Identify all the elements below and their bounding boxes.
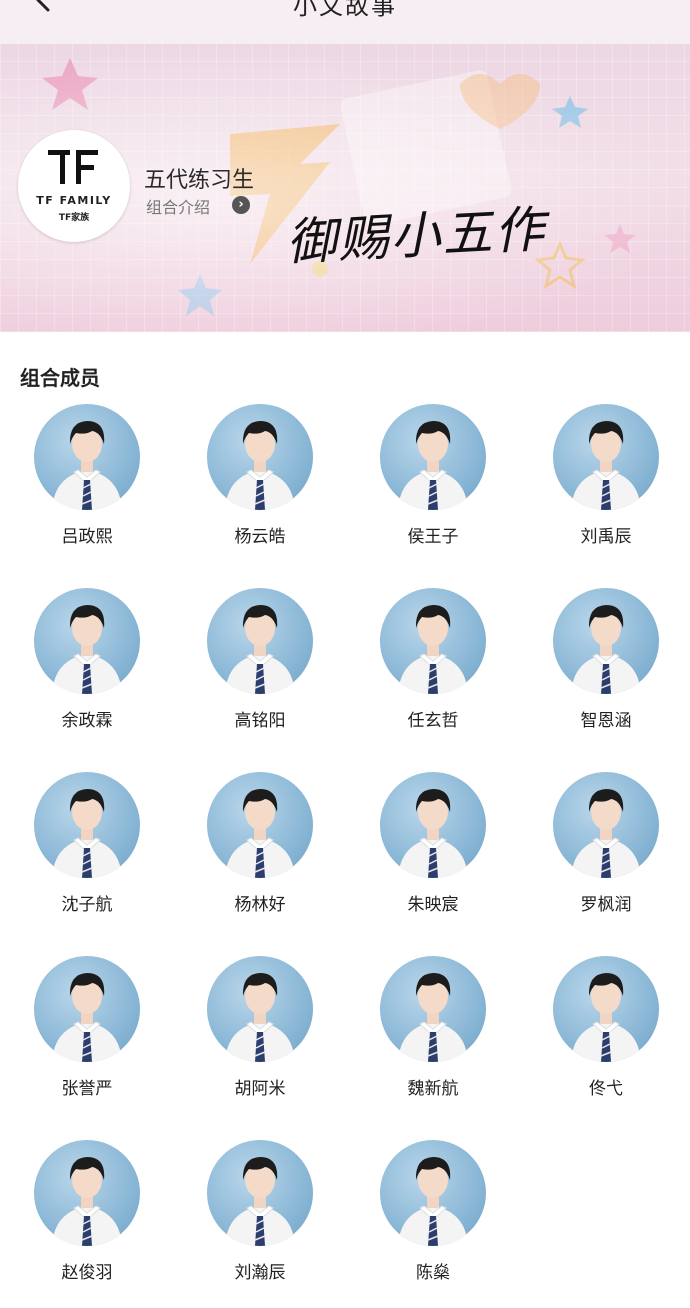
person-portrait-icon bbox=[225, 421, 295, 510]
person-portrait-icon bbox=[398, 789, 468, 878]
member-avatar[interactable] bbox=[207, 772, 313, 878]
member-name: 张誉严 bbox=[61, 1079, 113, 1099]
member-name: 杨云皓 bbox=[234, 527, 286, 547]
person-portrait-icon bbox=[571, 605, 641, 694]
member-name: 高铭阳 bbox=[234, 711, 286, 731]
member-card[interactable]: 吕政熙 bbox=[17, 404, 157, 547]
member-card[interactable]: 侯王子 bbox=[363, 404, 503, 547]
person-portrait-icon bbox=[571, 789, 641, 878]
member-avatar[interactable] bbox=[34, 404, 140, 510]
member-avatar[interactable] bbox=[553, 588, 659, 694]
member-card[interactable]: 高铭阳 bbox=[190, 588, 330, 731]
member-avatar[interactable] bbox=[34, 956, 140, 1062]
member-name: 朱映宸 bbox=[407, 895, 459, 915]
member-name: 沈子航 bbox=[61, 895, 113, 915]
person-portrait-icon bbox=[225, 1157, 295, 1246]
member-card[interactable]: 智恩涵 bbox=[536, 588, 676, 731]
member-card[interactable]: 陈燊 bbox=[363, 1140, 503, 1283]
member-name: 罗枫润 bbox=[580, 895, 632, 915]
member-name: 赵俊羽 bbox=[61, 1263, 113, 1283]
member-avatar[interactable] bbox=[207, 404, 313, 510]
member-grid: 吕政熙 杨云皓 侯王子 刘禹辰余政霖 高铭阳 任玄哲 智恩涵沈子航 杨林好 朱映宸 罗枫润张誉严 胡… bbox=[0, 0, 690, 1308]
person-portrait-icon bbox=[398, 605, 468, 694]
member-name: 刘禹辰 bbox=[580, 527, 632, 547]
member-name: 侯王子 bbox=[407, 527, 459, 547]
person-portrait-icon bbox=[398, 973, 468, 1062]
member-avatar[interactable] bbox=[380, 404, 486, 510]
member-avatar[interactable] bbox=[553, 956, 659, 1062]
member-name: 智恩涵 bbox=[580, 711, 632, 731]
member-name: 刘瀚辰 bbox=[234, 1263, 286, 1283]
member-name: 杨林好 bbox=[234, 895, 286, 915]
person-portrait-icon bbox=[571, 421, 641, 510]
member-card[interactable]: 罗枫润 bbox=[536, 772, 676, 915]
member-name: 吕政熙 bbox=[61, 527, 113, 547]
member-avatar[interactable] bbox=[380, 588, 486, 694]
person-portrait-icon bbox=[52, 1157, 122, 1246]
person-portrait-icon bbox=[52, 973, 122, 1062]
member-avatar[interactable] bbox=[207, 956, 313, 1062]
member-card[interactable]: 朱映宸 bbox=[363, 772, 503, 915]
member-card[interactable]: 刘禹辰 bbox=[536, 404, 676, 547]
member-name: 佟弋 bbox=[589, 1079, 623, 1099]
person-portrait-icon bbox=[225, 605, 295, 694]
member-card[interactable]: 刘瀚辰 bbox=[190, 1140, 330, 1283]
member-name: 余政霖 bbox=[61, 711, 113, 731]
member-avatar[interactable] bbox=[207, 1140, 313, 1246]
member-card[interactable]: 佟弋 bbox=[536, 956, 676, 1099]
person-portrait-icon bbox=[571, 973, 641, 1062]
member-card[interactable]: 赵俊羽 bbox=[17, 1140, 157, 1283]
person-portrait-icon bbox=[52, 605, 122, 694]
person-portrait-icon bbox=[225, 973, 295, 1062]
person-portrait-icon bbox=[398, 421, 468, 510]
member-avatar[interactable] bbox=[34, 1140, 140, 1246]
member-name: 任玄哲 bbox=[407, 711, 459, 731]
member-card[interactable]: 余政霖 bbox=[17, 588, 157, 731]
member-avatar[interactable] bbox=[207, 588, 313, 694]
person-portrait-icon bbox=[52, 789, 122, 878]
member-name: 胡阿米 bbox=[234, 1079, 286, 1099]
member-avatar[interactable] bbox=[380, 1140, 486, 1246]
member-avatar[interactable] bbox=[34, 772, 140, 878]
member-name: 陈燊 bbox=[416, 1263, 450, 1283]
person-portrait-icon bbox=[225, 789, 295, 878]
member-name: 魏新航 bbox=[407, 1079, 459, 1099]
member-card[interactable]: 张誉严 bbox=[17, 956, 157, 1099]
member-card[interactable]: 杨云皓 bbox=[190, 404, 330, 547]
member-card[interactable]: 杨林好 bbox=[190, 772, 330, 915]
person-portrait-icon bbox=[52, 421, 122, 510]
member-avatar[interactable] bbox=[380, 772, 486, 878]
member-card[interactable]: 任玄哲 bbox=[363, 588, 503, 731]
member-card[interactable]: 胡阿米 bbox=[190, 956, 330, 1099]
person-portrait-icon bbox=[398, 1157, 468, 1246]
member-card[interactable]: 魏新航 bbox=[363, 956, 503, 1099]
member-avatar[interactable] bbox=[553, 772, 659, 878]
member-avatar[interactable] bbox=[553, 404, 659, 510]
member-card[interactable]: 沈子航 bbox=[17, 772, 157, 915]
member-avatar[interactable] bbox=[380, 956, 486, 1062]
member-avatar[interactable] bbox=[34, 588, 140, 694]
